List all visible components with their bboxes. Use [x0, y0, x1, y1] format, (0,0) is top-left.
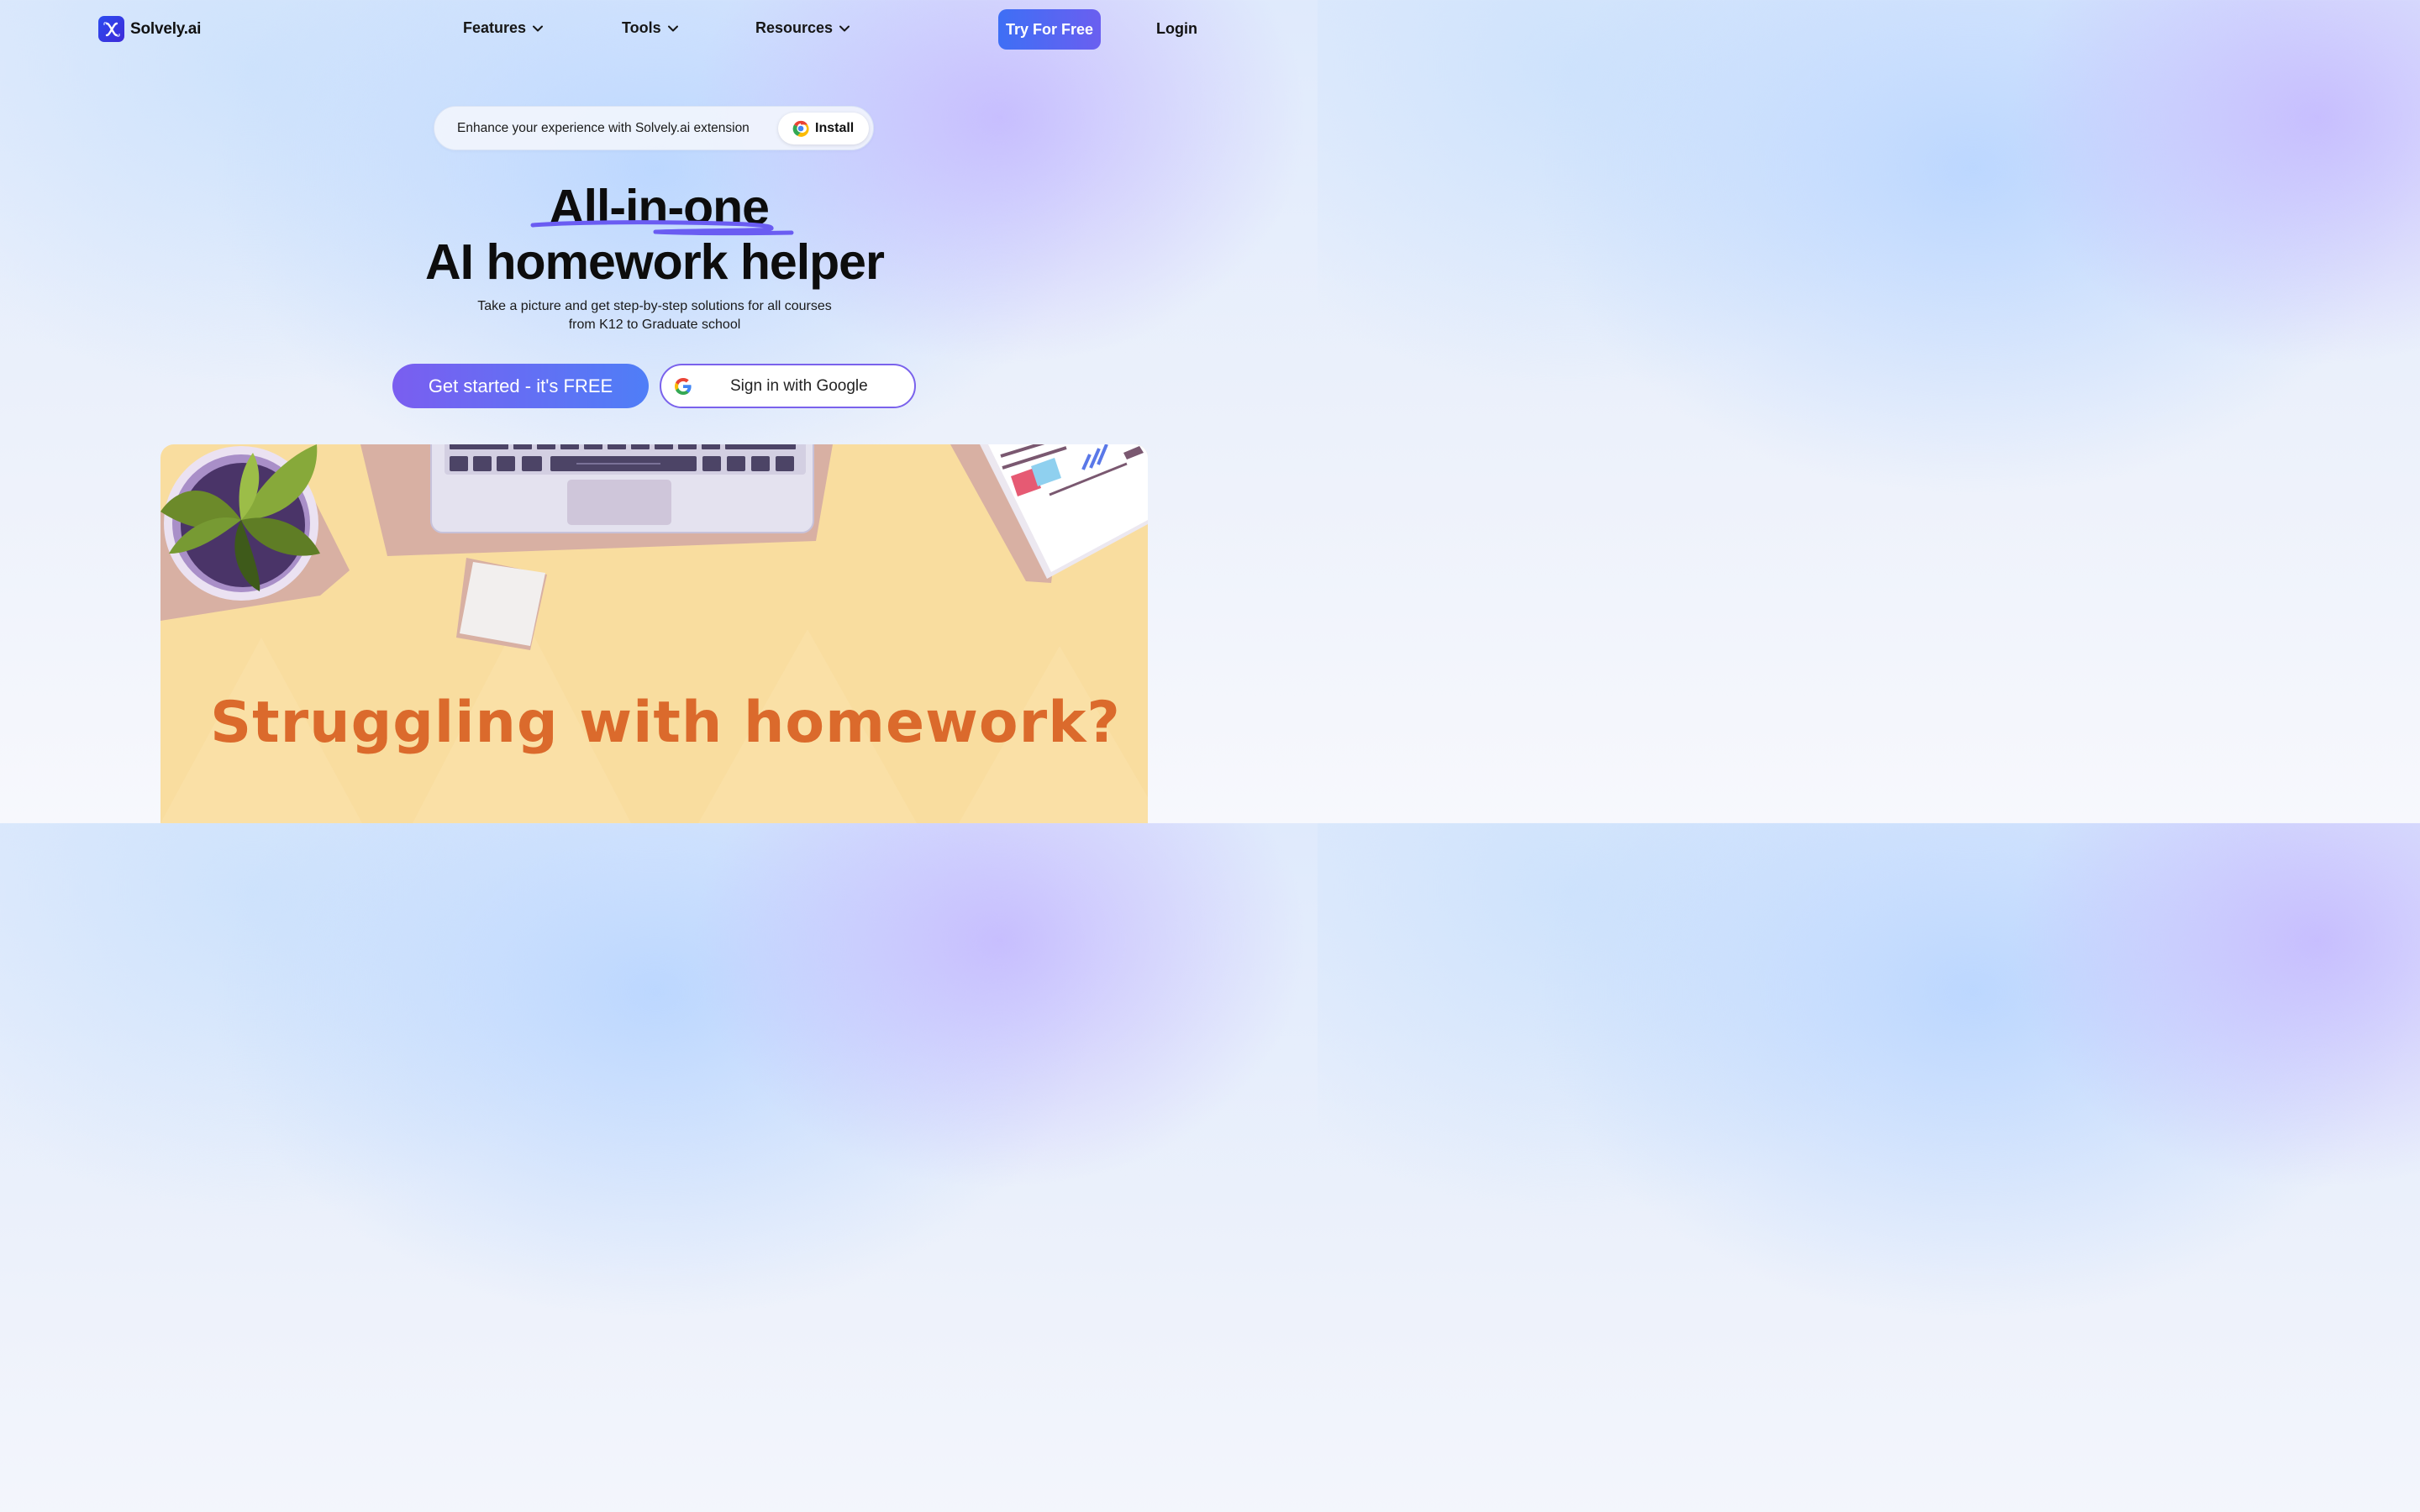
- hero-subtitle-line2: from K12 to Graduate school: [568, 318, 741, 332]
- nav-resources-label: Resources: [755, 19, 834, 36]
- top-nav: Solvely.ai Features Tools Resources Try …: [0, 0, 1318, 59]
- nav-features[interactable]: Features: [463, 19, 544, 37]
- login-link[interactable]: Login: [1156, 20, 1197, 38]
- logo-text: Solvely.ai: [130, 19, 202, 38]
- chrome-icon: [792, 120, 809, 137]
- nav-features-label: Features: [463, 19, 527, 36]
- install-extension-button[interactable]: Install: [778, 113, 869, 144]
- try-for-free-button[interactable]: Try For Free: [998, 9, 1101, 50]
- logo[interactable]: Solvely.ai: [98, 16, 201, 42]
- x-logo-icon: [98, 16, 124, 42]
- nav-tools[interactable]: Tools: [622, 19, 679, 37]
- chevron-down-icon: [533, 25, 544, 31]
- google-g-icon: [675, 378, 692, 395]
- hero-illustration: Struggling with homework?: [160, 444, 1148, 823]
- chevron-down-icon: [667, 25, 678, 31]
- hero-subtitle-line1: Take a picture and get step-by-step solu…: [477, 299, 832, 313]
- hero-title-line2: AI homework helper: [425, 234, 885, 290]
- google-button-label: Sign in with Google: [730, 377, 868, 395]
- install-label: Install: [815, 121, 855, 135]
- illustration-title: Struggling with homework?: [210, 690, 1121, 756]
- sign-in-google-button[interactable]: Sign in with Google: [660, 364, 916, 408]
- nav-tools-label: Tools: [622, 19, 661, 36]
- extension-banner: Enhance your experience with Solvely.ai …: [434, 106, 874, 150]
- extension-text: Enhance your experience with Solvely.ai …: [457, 121, 750, 135]
- get-started-button[interactable]: Get started - it's FREE: [392, 364, 649, 408]
- chevron-down-icon: [839, 25, 850, 31]
- desk-illustration: [160, 444, 1148, 823]
- nav-resources[interactable]: Resources: [755, 19, 850, 37]
- hero-subtitle: Take a picture and get step-by-step solu…: [0, 297, 1309, 334]
